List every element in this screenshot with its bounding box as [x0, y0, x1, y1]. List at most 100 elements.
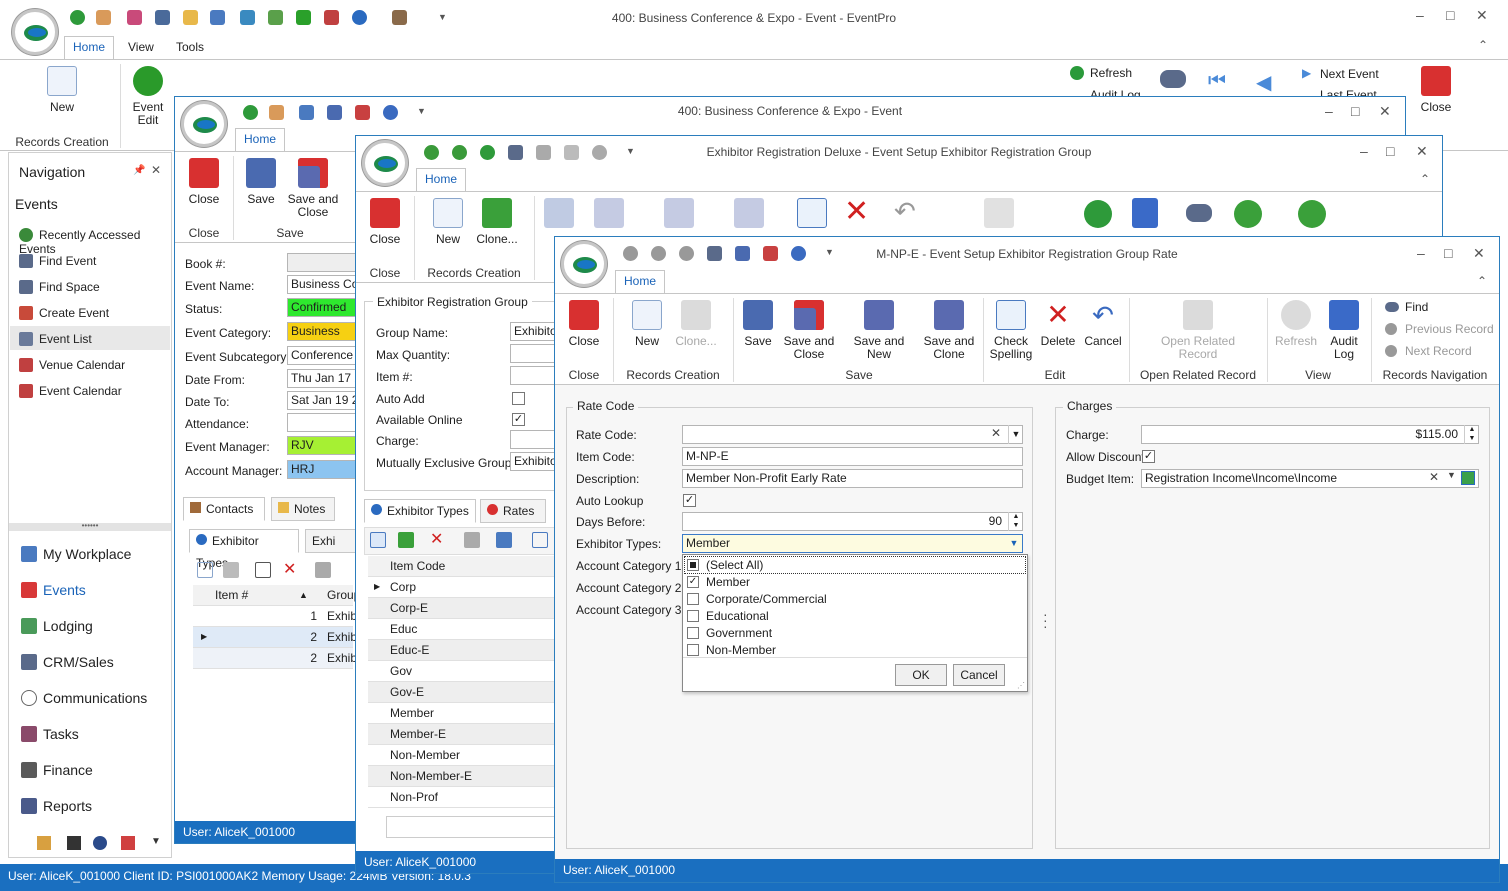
charge-field[interactable] — [510, 430, 560, 449]
option-checkbox[interactable] — [687, 644, 699, 656]
module-my-workplace[interactable]: My Workplace — [21, 546, 131, 562]
rate-new-button[interactable]: New — [627, 300, 667, 348]
module-lodging[interactable]: Lodging — [21, 618, 93, 634]
table-row[interactable]: Non-Prof — [368, 787, 558, 808]
budget-dropdown-icon[interactable]: ▼ — [1447, 470, 1456, 480]
maximize-icon[interactable]: □ — [1386, 144, 1394, 158]
option-checkbox[interactable] — [687, 610, 699, 622]
mutually-exclusive-field[interactable]: Exhibitor — [510, 452, 560, 471]
tab-home[interactable]: Home — [235, 128, 286, 152]
module-crm-sales[interactable]: CRM/Sales — [21, 654, 114, 670]
grid-header-item[interactable]: Item # — [215, 585, 248, 605]
date-from-field[interactable]: Thu Jan 17 20 — [287, 369, 359, 388]
days-before-field[interactable]: 90 — [682, 512, 1023, 531]
tab-view[interactable]: View — [120, 37, 162, 59]
tab-exhibitor-types[interactable]: Exhibitor Types — [189, 529, 299, 570]
rate-check-spelling-button[interactable]: Check Spelling — [989, 300, 1033, 361]
lodging-small-icon[interactable] — [37, 836, 51, 850]
exhibitor-types-dropdown-icon[interactable]: ▼ — [1006, 535, 1022, 552]
rate-save-close-button[interactable]: Save and Close — [783, 300, 835, 361]
arrows-small-icon[interactable] — [67, 836, 81, 850]
table-row[interactable]: 2 Exhibi — [193, 648, 360, 669]
binoculars-icon-main[interactable] — [1160, 70, 1186, 88]
group-name-field[interactable]: Exhibitor — [510, 322, 560, 341]
event-manager-field[interactable]: RJV — [287, 436, 359, 455]
rate-save-new-button[interactable]: Save and New — [841, 300, 917, 361]
dropdown-option[interactable]: ✓ Member — [687, 575, 1017, 591]
previous-record-icon[interactable]: ◀ — [1256, 70, 1271, 95]
charge-field[interactable]: $115.00 — [1141, 425, 1479, 444]
clear-icon[interactable]: ✕ — [991, 426, 1001, 440]
nav-item-event-list[interactable]: Event List — [19, 332, 92, 346]
chart-small-icon[interactable] — [121, 836, 135, 850]
auto-add-checkbox[interactable] — [512, 392, 525, 405]
budget-lookup-icon[interactable] — [1461, 471, 1475, 485]
globe-small-icon[interactable] — [93, 836, 107, 850]
rate-audit-log-button[interactable]: Audit Log — [1325, 300, 1363, 361]
tab-home[interactable]: Home — [416, 168, 467, 192]
group-next-icon[interactable] — [1298, 200, 1326, 228]
minimize-icon[interactable]: – — [1360, 144, 1368, 158]
rate-refresh-button[interactable]: Refresh — [1271, 300, 1321, 348]
refresh-label-main[interactable]: Refresh — [1090, 66, 1132, 80]
export-row-icon[interactable] — [496, 532, 512, 548]
nav-item-event-calendar[interactable]: Event Calendar — [19, 384, 122, 398]
grid-header-item-code[interactable]: Item Code — [390, 556, 445, 576]
table-row[interactable]: Gov-E — [368, 682, 558, 703]
nav-item-create-event[interactable]: Create Event — [19, 306, 109, 320]
group-close-button[interactable]: Close — [364, 198, 406, 246]
group-save-button[interactable] — [542, 198, 576, 233]
nav-item-recently[interactable]: Recently Accessed Events — [19, 228, 171, 256]
popout-row-icon[interactable] — [532, 532, 548, 548]
collapse-ribbon-icon[interactable]: ⌃ — [1420, 172, 1430, 186]
resize-grip-icon[interactable]: ⋰ — [1017, 681, 1025, 690]
find-link[interactable]: Find — [1405, 300, 1428, 314]
group-check-button[interactable] — [792, 198, 832, 233]
rate-clone-button[interactable]: Clone... — [671, 300, 721, 348]
tab-home[interactable]: Home — [64, 36, 115, 60]
tab-exhibitor-types[interactable]: Exhibitor Types — [364, 499, 476, 523]
refresh-icon-main[interactable] — [1070, 66, 1084, 80]
cancel-button[interactable]: Cancel — [953, 664, 1005, 686]
nav-item-find-event[interactable]: Find Event — [19, 254, 96, 268]
max-quantity-field[interactable] — [510, 344, 560, 363]
spin-icon[interactable]: ▲ ▼ — [1008, 512, 1023, 531]
new-row-icon[interactable] — [197, 562, 213, 578]
group-save-close-button[interactable] — [592, 198, 626, 233]
option-checkbox[interactable]: ✓ — [687, 576, 699, 588]
exhibitor-types-field[interactable]: Member — [682, 534, 1023, 553]
new-row-icon[interactable] — [370, 532, 386, 548]
next-record-link[interactable]: Next Record — [1405, 344, 1472, 358]
table-row[interactable]: Non-Member — [368, 745, 558, 766]
tab-notes[interactable]: Notes — [271, 497, 335, 521]
table-row[interactable]: Non-Member-E — [368, 766, 558, 787]
table-row[interactable]: Gov — [368, 661, 558, 682]
table-row[interactable]: Corp-E — [368, 598, 558, 619]
close-icon[interactable]: ✕ — [1416, 144, 1428, 158]
module-tasks[interactable]: Tasks — [21, 726, 79, 742]
dropdown-option[interactable]: Corporate/Commercial — [687, 592, 1017, 608]
minimize-icon[interactable]: – — [1325, 104, 1333, 118]
module-reports[interactable]: Reports — [21, 798, 92, 814]
budget-clear-icon[interactable]: ✕ — [1429, 470, 1439, 484]
auto-lookup-checkbox[interactable]: ✓ — [683, 494, 696, 507]
rate-code-field[interactable] — [682, 425, 1023, 444]
group-refresh-icon[interactable] — [1084, 200, 1112, 228]
tab-tools[interactable]: Tools — [168, 37, 212, 59]
event-close-button[interactable]: Close — [183, 158, 225, 206]
delete-row-icon[interactable]: ✕ — [283, 559, 296, 579]
ok-button[interactable]: OK — [895, 664, 947, 686]
previous-record-link[interactable]: Previous Record — [1405, 322, 1494, 336]
minimize-icon[interactable]: – — [1417, 246, 1425, 260]
group-audit-icon[interactable] — [1132, 198, 1158, 228]
grid-filter-row[interactable] — [386, 816, 558, 838]
group-open-related-button[interactable] — [982, 198, 1016, 233]
account-manager-field[interactable]: HRJ — [287, 460, 359, 479]
main-close-button[interactable]: Close — [1414, 66, 1458, 114]
event-save-close-button[interactable]: Save and Close — [285, 158, 341, 219]
new-button[interactable]: New — [40, 66, 84, 114]
attendance-field[interactable] — [287, 413, 359, 432]
rate-save-button[interactable]: Save — [741, 300, 775, 348]
group-cancel-icon[interactable]: ↶ — [894, 196, 916, 227]
rate-open-related-button[interactable]: Open Related Record — [1153, 300, 1243, 361]
